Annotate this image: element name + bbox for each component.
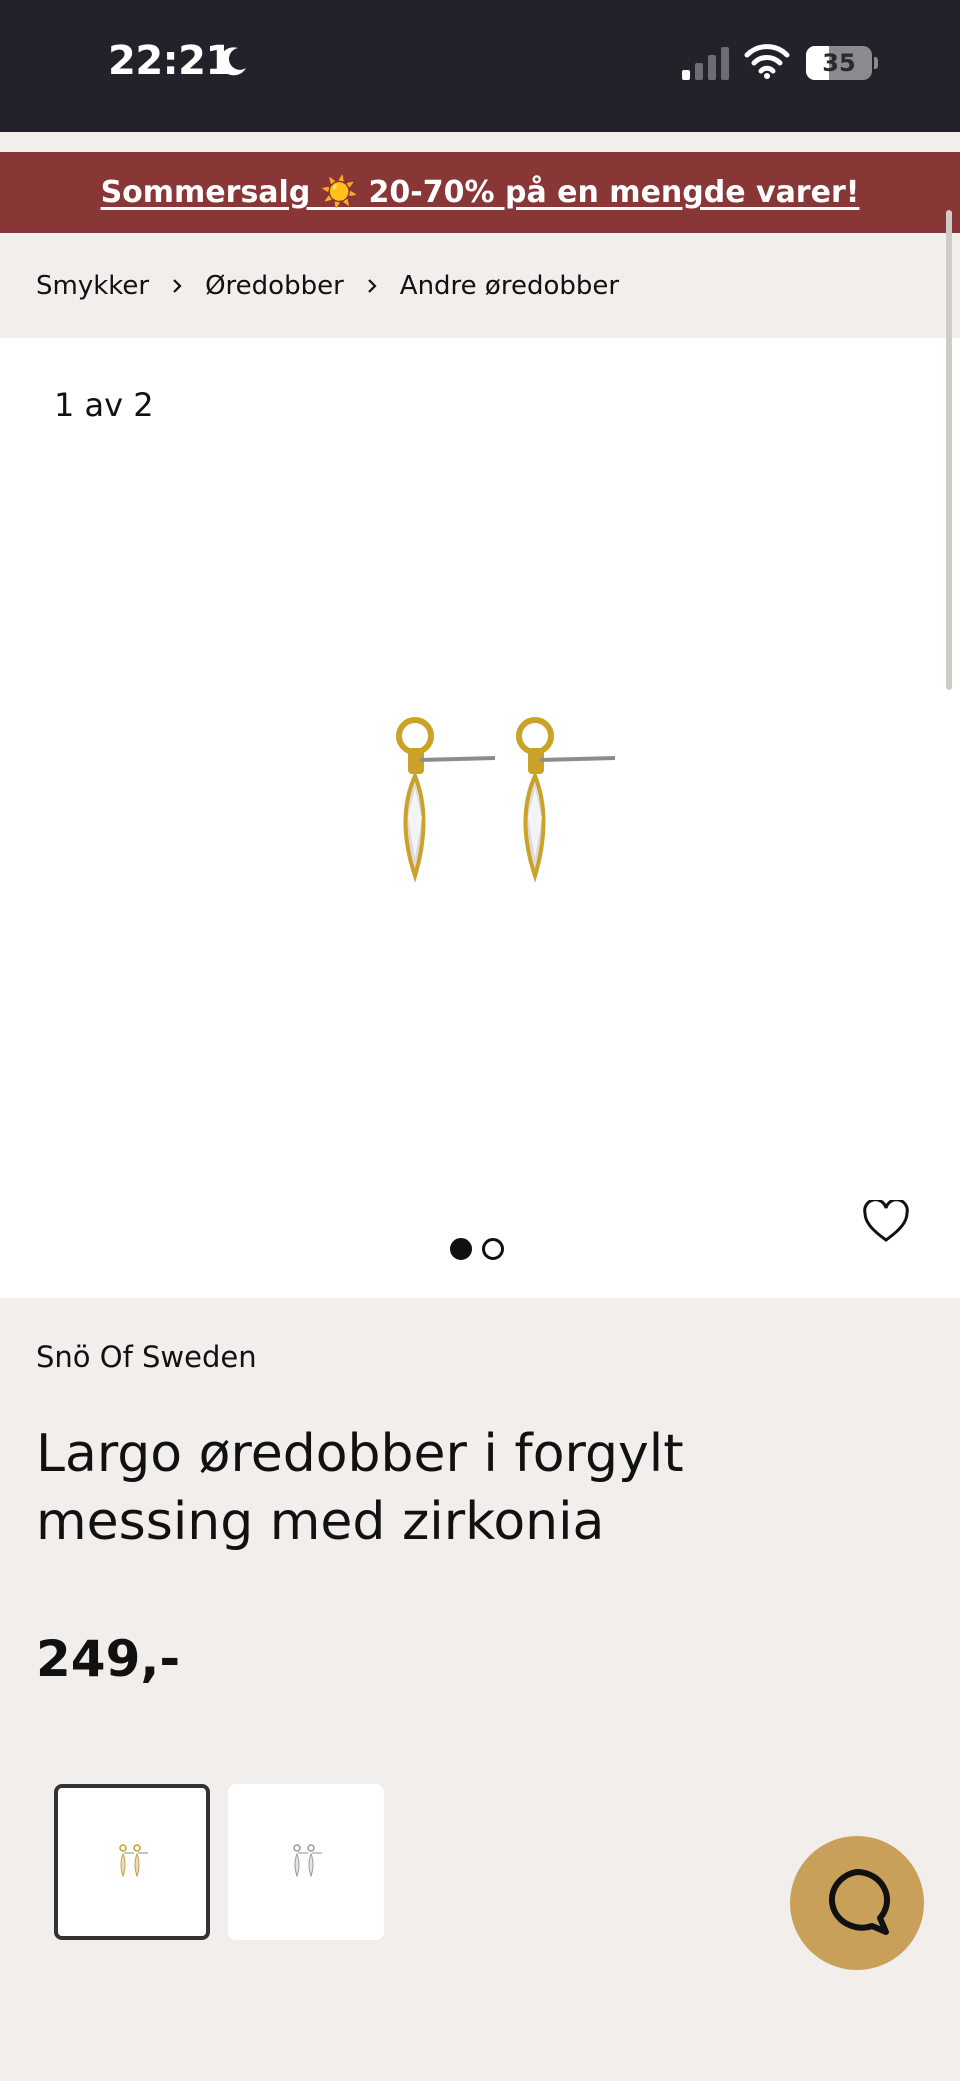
status-time: 22:21 xyxy=(108,38,233,84)
sale-banner-link[interactable]: Sommersalg ☀️ 20-70% på en mengde varer! xyxy=(101,175,860,210)
battery-icon: 35 xyxy=(806,46,878,82)
product-price: 249,- xyxy=(36,1630,181,1688)
scrollbar[interactable] xyxy=(946,210,952,690)
thumbnail-image xyxy=(119,1844,148,1878)
cellular-signal-icon xyxy=(682,47,729,80)
carousel-indicator xyxy=(450,1238,504,1260)
chat-button[interactable] xyxy=(790,1836,924,1970)
chevron-right-icon xyxy=(368,278,377,293)
wifi-icon xyxy=(744,44,790,79)
breadcrumb-item-smykker[interactable]: Smykker xyxy=(36,271,149,301)
chevron-right-icon xyxy=(173,278,182,293)
heart-icon[interactable] xyxy=(862,1200,910,1244)
product-image-gallery[interactable]: 1 av 2 xyxy=(0,338,960,1298)
breadcrumb-item-andre-oredobber[interactable]: Andre øredobber xyxy=(400,271,619,301)
breadcrumb-item-oredobber[interactable]: Øredobber xyxy=(205,271,344,301)
battery-cap xyxy=(874,57,878,69)
moon-icon xyxy=(219,47,246,76)
status-bar: 22:21 35 xyxy=(0,0,960,132)
thumbnail-gold[interactable] xyxy=(54,1784,210,1940)
chat-bubble-icon xyxy=(828,1869,890,1935)
image-counter: 1 av 2 xyxy=(54,386,154,424)
carousel-dot-1[interactable] xyxy=(450,1238,472,1260)
bottom-area xyxy=(0,2006,960,2081)
product-title: Largo øredobber i forgylt messing med zi… xyxy=(36,1424,684,1552)
breadcrumb: Smykker Øredobber Andre øredobber xyxy=(0,233,960,338)
sale-banner[interactable]: Sommersalg ☀️ 20-70% på en mengde varer! xyxy=(0,152,960,233)
battery-percentage: 35 xyxy=(822,49,856,77)
thumbnail-image xyxy=(293,1844,322,1878)
thumbnail-silver[interactable] xyxy=(228,1784,384,1940)
product-image xyxy=(396,717,616,883)
product-brand[interactable]: Snö Of Sweden xyxy=(36,1340,257,1374)
carousel-dot-2[interactable] xyxy=(482,1238,504,1260)
